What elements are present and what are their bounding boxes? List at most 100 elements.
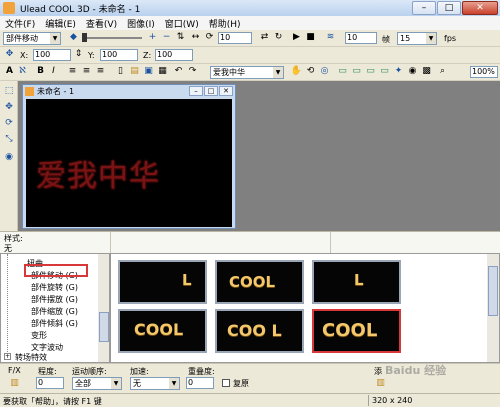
stop-icon[interactable]: ■ <box>304 31 317 44</box>
workspace: 未命名 - 1 – □ ✕ 爱我中华 <box>18 81 500 231</box>
move-object-icon[interactable]: ✥ <box>3 101 15 113</box>
object-list-value: 爱我中华 <box>213 68 245 77</box>
degree-input[interactable]: 0 <box>36 377 64 389</box>
motion-icon[interactable]: ≋ <box>324 31 337 44</box>
italic-icon[interactable]: I <box>47 65 60 78</box>
gallery-thumb-selected[interactable]: COOL <box>312 309 401 353</box>
divider <box>110 232 111 254</box>
y-input[interactable]: 100 <box>100 49 138 61</box>
rotate-icon[interactable]: ⟳ <box>3 117 15 129</box>
loop-icon[interactable]: ⇄ <box>258 31 271 44</box>
tree-item-part-swing[interactable]: 部件摆放 (G) <box>31 294 78 305</box>
tree-scrollbar[interactable] <box>98 254 109 362</box>
repeat-input[interactable]: 0 <box>186 377 214 389</box>
bold-icon[interactable]: B <box>34 65 47 78</box>
redo-icon[interactable]: ↷ <box>186 65 199 78</box>
ungroup-icon[interactable]: ▭ <box>378 65 391 78</box>
close-button[interactable]: ✕ <box>462 1 498 15</box>
gallery-thumb[interactable]: L <box>118 260 207 304</box>
camera-icon[interactable]: ▭ <box>336 65 349 78</box>
remove-frame-icon[interactable]: − <box>160 31 173 44</box>
align-center-icon[interactable]: ≡ <box>80 65 93 78</box>
maximize-button[interactable]: □ <box>437 1 461 15</box>
z-input[interactable]: 100 <box>155 49 193 61</box>
reverse-icon[interactable]: ↔ <box>189 31 202 44</box>
align-right-icon[interactable]: ≡ <box>94 65 107 78</box>
menu-file[interactable]: 文件(F) <box>0 17 40 30</box>
align-left-icon[interactable]: ≡ <box>66 65 79 78</box>
expand-icon[interactable]: + <box>4 353 11 360</box>
frame-number-input[interactable]: 10 <box>218 32 252 44</box>
save-icon[interactable]: ▣ <box>142 65 155 78</box>
edit-text-icon[interactable]: ℵ <box>16 65 29 78</box>
zoom-input[interactable]: 100% <box>470 66 498 78</box>
resize-icon[interactable]: ⤡ <box>3 133 15 145</box>
document-minimize-button[interactable]: – <box>189 86 203 96</box>
document-close-button[interactable]: ✕ <box>219 86 233 96</box>
divider <box>330 232 331 254</box>
texture-icon[interactable]: ▩ <box>420 65 433 78</box>
fps-select[interactable]: 15 ▼ <box>397 32 437 45</box>
tree-item-transitions[interactable]: 转场特效 <box>15 352 47 362</box>
reset-checkbox[interactable] <box>222 379 230 387</box>
thumb-text: COOL <box>229 273 276 291</box>
tree-item-part-scale[interactable]: 部件缩放 (G) <box>31 306 78 317</box>
timeline-thumb[interactable] <box>82 33 87 42</box>
degree-label: 程度: <box>38 367 57 376</box>
text-icon[interactable]: A <box>3 65 16 78</box>
gallery-thumb[interactable]: L <box>312 260 401 304</box>
menu-window[interactable]: 窗口(W) <box>160 17 204 30</box>
rotate-object-icon[interactable]: ⟲ <box>304 65 317 78</box>
gallery-scrollbar-thumb[interactable] <box>488 266 498 316</box>
globe-icon[interactable]: ◉ <box>406 65 419 78</box>
minimize-button[interactable]: – <box>412 1 436 15</box>
pingpong-icon[interactable]: ↻ <box>272 31 285 44</box>
hand-icon[interactable]: ✋ <box>290 65 303 78</box>
document-maximize-button[interactable]: □ <box>204 86 218 96</box>
split-frame-icon[interactable]: ⇅ <box>174 31 187 44</box>
y-label: Y: <box>88 51 95 60</box>
gallery-scrollbar[interactable] <box>487 254 499 362</box>
chevron-down-icon: ▼ <box>111 378 121 389</box>
tree-item-part-rotate[interactable]: 部件旋转 (G) <box>31 282 78 293</box>
group-icon[interactable]: ▭ <box>364 65 377 78</box>
menu-image[interactable]: 图像(I) <box>122 17 160 30</box>
menu-view[interactable]: 查看(V) <box>81 17 122 30</box>
move-icon[interactable]: ✥ <box>3 48 16 61</box>
tree-scrollbar-thumb[interactable] <box>99 312 109 342</box>
document-titlebar: 未命名 - 1 – □ ✕ <box>23 85 235 98</box>
accel-select[interactable]: 无 ▼ <box>130 377 180 390</box>
canvas[interactable]: 爱我中华 <box>26 99 232 227</box>
open-folder-icon[interactable]: ▤ <box>128 65 141 78</box>
zoom-icon[interactable]: ⌕ <box>436 65 449 78</box>
lock-icon[interactable]: ⇕ <box>72 48 85 61</box>
print-icon[interactable]: ▦ <box>156 65 169 78</box>
gallery-thumb[interactable]: COOL <box>215 260 304 304</box>
key-frame-icon[interactable]: ◆ <box>67 31 80 44</box>
timing-icon[interactable]: ⟳ <box>203 31 216 44</box>
select-object-icon[interactable]: ⬚ <box>3 85 15 97</box>
fx-icon[interactable]: ▥ <box>8 377 21 390</box>
layer-icon[interactable]: ▭ <box>350 65 363 78</box>
object-mode-select[interactable]: 部件移动 ▼ <box>3 32 61 45</box>
x-input[interactable]: 100 <box>33 49 71 61</box>
tree-item-morph[interactable]: 变形 <box>31 330 47 341</box>
gallery-thumb[interactable]: COOL <box>118 309 207 353</box>
object-list-select[interactable]: 爱我中华 ▼ <box>210 66 284 79</box>
tree-item-part-tilt[interactable]: 部件倾斜 (G) <box>31 318 78 329</box>
gallery-thumb[interactable]: COO L <box>215 309 304 353</box>
new-file-icon[interactable]: ▯ <box>114 65 127 78</box>
undo-icon[interactable]: ↶ <box>172 65 185 78</box>
menu-edit[interactable]: 编辑(E) <box>40 17 81 30</box>
menu-help[interactable]: 帮助(H) <box>204 17 246 30</box>
play-icon[interactable]: ▶ <box>290 31 303 44</box>
canvas-3d-text[interactable]: 爱我中华 <box>36 151 160 195</box>
order-select[interactable]: 全部 ▼ <box>72 377 122 390</box>
add-effect-icon[interactable]: ▥ <box>374 377 387 390</box>
frame-count-input[interactable]: 10 <box>345 32 377 44</box>
view-icon[interactable]: ◉ <box>3 151 15 163</box>
timeline-track[interactable] <box>82 37 142 39</box>
add-frame-icon[interactable]: + <box>146 31 159 44</box>
size-icon[interactable]: ◎ <box>318 65 331 78</box>
light-icon[interactable]: ✦ <box>392 65 405 78</box>
